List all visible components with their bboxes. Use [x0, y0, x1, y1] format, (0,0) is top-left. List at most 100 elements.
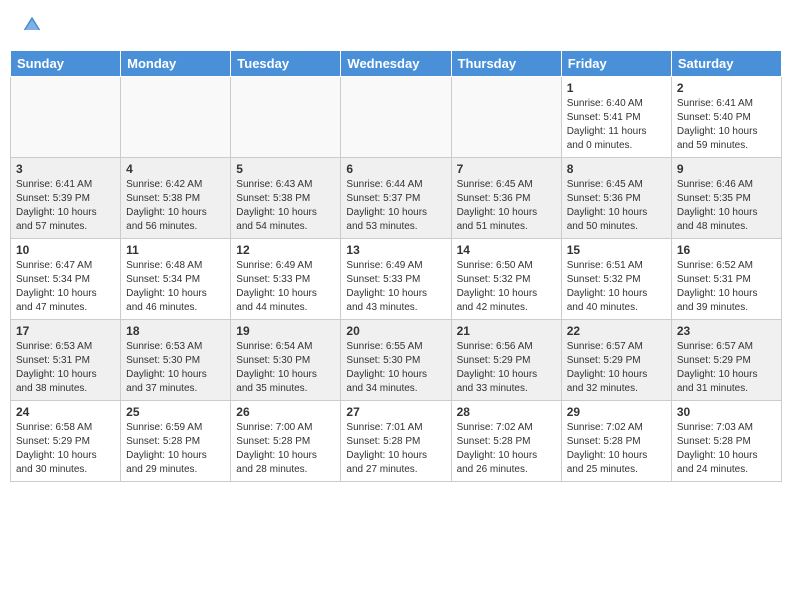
- day-info: Sunrise: 6:56 AM Sunset: 5:29 PM Dayligh…: [457, 340, 556, 396]
- calendar-cell: 30 Sunrise: 7:03 AM Sunset: 5:28 PM Dayli…: [671, 401, 781, 482]
- day-info: Sunrise: 7:02 AM Sunset: 5:28 PM Dayligh…: [567, 421, 666, 477]
- calendar-cell: 12 Sunrise: 6:49 AM Sunset: 5:33 PM Dayli…: [231, 239, 341, 320]
- day-number: 16: [677, 243, 776, 257]
- day-number: 21: [457, 324, 556, 338]
- calendar-cell: [121, 77, 231, 158]
- day-info: Sunrise: 6:51 AM Sunset: 5:32 PM Dayligh…: [567, 259, 666, 315]
- day-info: Sunrise: 6:42 AM Sunset: 5:38 PM Dayligh…: [126, 178, 225, 234]
- calendar-cell: 1Sunrise: 6:40 AM Sunset: 5:41 PM Daylig…: [561, 77, 671, 158]
- calendar-cell: [231, 77, 341, 158]
- day-info: Sunrise: 6:47 AM Sunset: 5:34 PM Dayligh…: [16, 259, 115, 315]
- calendar-week-row: 3 Sunrise: 6:41 AM Sunset: 5:39 PM Daylig…: [11, 158, 782, 239]
- day-number: 5: [236, 162, 335, 176]
- weekday-header-saturday: Saturday: [671, 51, 781, 77]
- day-info: Sunrise: 6:48 AM Sunset: 5:34 PM Dayligh…: [126, 259, 225, 315]
- day-number: 19: [236, 324, 335, 338]
- calendar-cell: 29 Sunrise: 7:02 AM Sunset: 5:28 PM Dayli…: [561, 401, 671, 482]
- day-number: 27: [346, 405, 445, 419]
- calendar-cell: [11, 77, 121, 158]
- day-info: Sunrise: 7:03 AM Sunset: 5:28 PM Dayligh…: [677, 421, 776, 477]
- weekday-header-thursday: Thursday: [451, 51, 561, 77]
- calendar-table: SundayMondayTuesdayWednesdayThursdayFrid…: [10, 50, 782, 482]
- day-info: Sunrise: 7:01 AM Sunset: 5:28 PM Dayligh…: [346, 421, 445, 477]
- day-number: 2: [677, 81, 776, 95]
- calendar-cell: 21 Sunrise: 6:56 AM Sunset: 5:29 PM Dayli…: [451, 320, 561, 401]
- day-number: 23: [677, 324, 776, 338]
- day-number: 26: [236, 405, 335, 419]
- day-info: Sunrise: 6:43 AM Sunset: 5:38 PM Dayligh…: [236, 178, 335, 234]
- day-info: Sunrise: 6:53 AM Sunset: 5:30 PM Dayligh…: [126, 340, 225, 396]
- day-number: 28: [457, 405, 556, 419]
- day-number: 3: [16, 162, 115, 176]
- day-number: 12: [236, 243, 335, 257]
- calendar-week-row: 17 Sunrise: 6:53 AM Sunset: 5:31 PM Dayli…: [11, 320, 782, 401]
- calendar-week-row: 10 Sunrise: 6:47 AM Sunset: 5:34 PM Dayli…: [11, 239, 782, 320]
- day-number: 24: [16, 405, 115, 419]
- day-number: 8: [567, 162, 666, 176]
- calendar-cell: 28 Sunrise: 7:02 AM Sunset: 5:28 PM Dayli…: [451, 401, 561, 482]
- day-number: 15: [567, 243, 666, 257]
- weekday-header-sunday: Sunday: [11, 51, 121, 77]
- calendar-cell: 8 Sunrise: 6:45 AM Sunset: 5:36 PM Daylig…: [561, 158, 671, 239]
- weekday-header-monday: Monday: [121, 51, 231, 77]
- logo-icon: [22, 15, 42, 35]
- day-number: 1: [567, 81, 666, 95]
- day-info: Sunrise: 6:45 AM Sunset: 5:36 PM Dayligh…: [457, 178, 556, 234]
- calendar-cell: 16 Sunrise: 6:52 AM Sunset: 5:31 PM Dayli…: [671, 239, 781, 320]
- calendar-cell: 2 Sunrise: 6:41 AM Sunset: 5:40 PM Daylig…: [671, 77, 781, 158]
- day-info: Sunrise: 6:59 AM Sunset: 5:28 PM Dayligh…: [126, 421, 225, 477]
- day-info: Sunrise: 7:02 AM Sunset: 5:28 PM Dayligh…: [457, 421, 556, 477]
- day-number: 18: [126, 324, 225, 338]
- day-number: 17: [16, 324, 115, 338]
- day-info: Sunrise: 6:53 AM Sunset: 5:31 PM Dayligh…: [16, 340, 115, 396]
- day-info: Sunrise: 6:45 AM Sunset: 5:36 PM Dayligh…: [567, 178, 666, 234]
- day-number: 4: [126, 162, 225, 176]
- day-number: 20: [346, 324, 445, 338]
- calendar-cell: 6Sunrise: 6:44 AM Sunset: 5:37 PM Daylig…: [341, 158, 451, 239]
- day-info: Sunrise: 6:41 AM Sunset: 5:40 PM Dayligh…: [677, 97, 776, 153]
- day-number: 11: [126, 243, 225, 257]
- calendar-cell: 26 Sunrise: 7:00 AM Sunset: 5:28 PM Dayli…: [231, 401, 341, 482]
- day-number: 29: [567, 405, 666, 419]
- calendar-cell: 9 Sunrise: 6:46 AM Sunset: 5:35 PM Daylig…: [671, 158, 781, 239]
- calendar-cell: 15 Sunrise: 6:51 AM Sunset: 5:32 PM Dayli…: [561, 239, 671, 320]
- calendar-cell: 11 Sunrise: 6:48 AM Sunset: 5:34 PM Dayli…: [121, 239, 231, 320]
- logo: [20, 15, 42, 35]
- calendar-cell: 13 Sunrise: 6:49 AM Sunset: 5:33 PM Dayli…: [341, 239, 451, 320]
- weekday-header-friday: Friday: [561, 51, 671, 77]
- calendar-cell: 7 Sunrise: 6:45 AM Sunset: 5:36 PM Daylig…: [451, 158, 561, 239]
- day-info: Sunrise: 6:57 AM Sunset: 5:29 PM Dayligh…: [677, 340, 776, 396]
- calendar-cell: 3 Sunrise: 6:41 AM Sunset: 5:39 PM Daylig…: [11, 158, 121, 239]
- calendar-cell: 14Sunrise: 6:50 AM Sunset: 5:32 PM Dayli…: [451, 239, 561, 320]
- calendar-week-row: 1Sunrise: 6:40 AM Sunset: 5:41 PM Daylig…: [11, 77, 782, 158]
- day-info: Sunrise: 6:46 AM Sunset: 5:35 PM Dayligh…: [677, 178, 776, 234]
- day-number: 10: [16, 243, 115, 257]
- weekday-header-wednesday: Wednesday: [341, 51, 451, 77]
- day-info: Sunrise: 6:41 AM Sunset: 5:39 PM Dayligh…: [16, 178, 115, 234]
- calendar-cell: [341, 77, 451, 158]
- day-number: 30: [677, 405, 776, 419]
- day-number: 13: [346, 243, 445, 257]
- day-number: 22: [567, 324, 666, 338]
- calendar-cell: 10 Sunrise: 6:47 AM Sunset: 5:34 PM Dayli…: [11, 239, 121, 320]
- calendar-cell: 22 Sunrise: 6:57 AM Sunset: 5:29 PM Dayli…: [561, 320, 671, 401]
- calendar-cell: 18 Sunrise: 6:53 AM Sunset: 5:30 PM Dayli…: [121, 320, 231, 401]
- calendar-week-row: 24Sunrise: 6:58 AM Sunset: 5:29 PM Dayli…: [11, 401, 782, 482]
- weekday-header-tuesday: Tuesday: [231, 51, 341, 77]
- calendar-cell: 4 Sunrise: 6:42 AM Sunset: 5:38 PM Daylig…: [121, 158, 231, 239]
- day-info: Sunrise: 6:49 AM Sunset: 5:33 PM Dayligh…: [346, 259, 445, 315]
- day-number: 14: [457, 243, 556, 257]
- calendar-cell: 17 Sunrise: 6:53 AM Sunset: 5:31 PM Dayli…: [11, 320, 121, 401]
- calendar-cell: 25 Sunrise: 6:59 AM Sunset: 5:28 PM Dayli…: [121, 401, 231, 482]
- day-info: Sunrise: 6:49 AM Sunset: 5:33 PM Dayligh…: [236, 259, 335, 315]
- day-info: Sunrise: 6:54 AM Sunset: 5:30 PM Dayligh…: [236, 340, 335, 396]
- calendar-header-row: SundayMondayTuesdayWednesdayThursdayFrid…: [11, 51, 782, 77]
- day-info: Sunrise: 7:00 AM Sunset: 5:28 PM Dayligh…: [236, 421, 335, 477]
- calendar-cell: 23 Sunrise: 6:57 AM Sunset: 5:29 PM Dayli…: [671, 320, 781, 401]
- day-info: Sunrise: 6:57 AM Sunset: 5:29 PM Dayligh…: [567, 340, 666, 396]
- calendar-cell: 20Sunrise: 6:55 AM Sunset: 5:30 PM Dayli…: [341, 320, 451, 401]
- day-number: 9: [677, 162, 776, 176]
- day-number: 25: [126, 405, 225, 419]
- day-number: 7: [457, 162, 556, 176]
- day-info: Sunrise: 6:52 AM Sunset: 5:31 PM Dayligh…: [677, 259, 776, 315]
